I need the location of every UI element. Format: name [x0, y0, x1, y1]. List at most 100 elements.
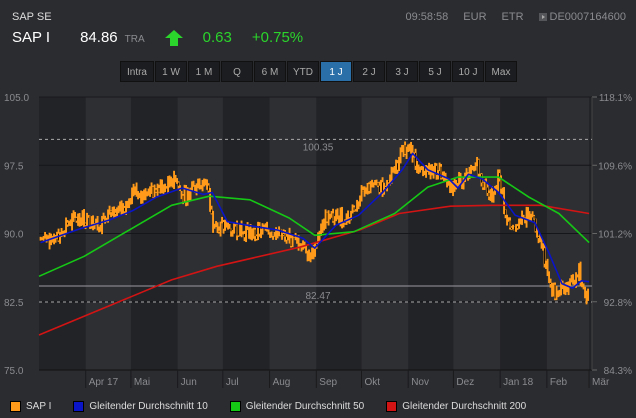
legend-swatch [10, 401, 21, 412]
legend-swatch [73, 401, 85, 412]
change-abs: 0.63 [202, 29, 232, 46]
price-bar-body [500, 178, 502, 189]
range-button-10j[interactable]: 10 J [452, 61, 484, 82]
x-tick-label: Sep [319, 377, 337, 388]
price-bar-body [85, 223, 87, 226]
range-button-q[interactable]: Q [221, 61, 253, 82]
price-bar-body [223, 222, 225, 229]
price-bar-body [517, 226, 519, 229]
price-bar-body [256, 236, 258, 239]
price-bar-body [377, 182, 379, 186]
y-tick-label: 82.5 [4, 298, 24, 309]
instrument-name: SAP SE [12, 11, 52, 23]
y-tick-label: 75.0 [4, 366, 24, 377]
price-bar-body [353, 207, 355, 211]
range-button-intra[interactable]: Intra [120, 61, 154, 82]
price-bar-body [254, 229, 256, 237]
legend-label: SAP I [26, 401, 52, 412]
range-button-1m[interactable]: 1 M [188, 61, 220, 82]
range-button-1w[interactable]: 1 W [155, 61, 187, 82]
price-bar-body [185, 189, 187, 201]
range-button-max[interactable]: Max [485, 61, 517, 82]
range-button-ytd[interactable]: YTD [287, 61, 319, 82]
price-bar-body [115, 212, 117, 214]
price-bar-body [368, 184, 370, 191]
y-tick-label-right: 118.1% [599, 93, 632, 104]
price-bar-body [244, 233, 246, 238]
legend-item[interactable]: Gleitender Durchschnitt 10 [73, 401, 208, 412]
last-price: 84.86 [80, 29, 118, 46]
price-bar-body [178, 182, 180, 186]
price-bar-body [415, 152, 417, 166]
x-tick-label: Jul [226, 377, 239, 388]
price-bar-body [236, 224, 238, 236]
price-bar-body [332, 213, 334, 222]
price-bar-body [379, 185, 381, 192]
x-tick-label: Dez [456, 377, 474, 388]
price-bar-body [283, 234, 285, 236]
y-tick-label-right: 109.6% [598, 161, 632, 172]
legend-label: Gleitender Durchschnitt 10 [89, 401, 208, 412]
y-tick-label-right: 92.8% [604, 298, 632, 309]
price-bar-body [397, 163, 399, 170]
legend-item[interactable]: Gleitender Durchschnitt 200 [386, 401, 526, 412]
price-bar [233, 222, 236, 234]
price-bar-body [488, 192, 490, 197]
x-tick-label: Jun [181, 377, 197, 388]
price-bar-body [326, 212, 328, 222]
low-line-label: 82.47 [305, 291, 330, 302]
price-bar-body [158, 187, 160, 192]
price-bar-body [374, 185, 376, 187]
price-bar [228, 224, 231, 229]
exchange: ETR [501, 11, 524, 23]
price-bar-body [155, 189, 157, 192]
legend-item[interactable]: Gleitender Durchschnitt 50 [229, 401, 365, 412]
quote-meta: 09:58:58 EUR ETR DE0007164600 [405, 11, 626, 23]
price-bar-body [538, 236, 540, 239]
price-bar-body [89, 215, 91, 227]
range-button-2j[interactable]: 2 J [353, 61, 385, 82]
range-button-3j[interactable]: 3 J [386, 61, 418, 82]
legend-label: Gleitender Durchschnitt 50 [245, 401, 365, 412]
price-bar-body [284, 234, 286, 237]
x-tick-label: Feb [550, 377, 568, 388]
price-bar [240, 220, 243, 238]
quote-time: 09:58:58 [405, 11, 449, 23]
price-bar-body [316, 243, 318, 245]
price-bar-body [511, 227, 513, 230]
isin-link[interactable]: DE0007164600 [538, 11, 626, 23]
range-button-5j[interactable]: 5 J [419, 61, 451, 82]
x-tick-label: Jan 18 [503, 377, 533, 388]
change-pct: +0.75% [251, 29, 304, 46]
price-bar-body [152, 186, 154, 197]
range-button-6m[interactable]: 6 M [254, 61, 286, 82]
price-bar-body [550, 282, 552, 284]
x-tick-label: Mai [134, 377, 150, 388]
legend: SAP I Gleitender Durchschnitt 10 Gleitende… [10, 401, 548, 412]
currency: EUR [463, 11, 487, 23]
x-tick-label: Nov [411, 377, 429, 388]
y-tick-label-right: 101.2% [598, 230, 632, 241]
range-button-1j[interactable]: 1 J [320, 61, 352, 82]
legend-item[interactable]: SAP I [10, 401, 51, 412]
price-bar [86, 212, 89, 227]
y-tick-label: 90.0 [4, 230, 24, 241]
price-bar-body [230, 228, 232, 232]
price-bar-body [290, 238, 292, 246]
y-tick-label: 105.0 [4, 93, 29, 104]
price-bar-body [478, 159, 480, 174]
price-bar [219, 221, 222, 237]
price-bar-body [554, 284, 556, 299]
arrow-up-icon [164, 29, 183, 46]
price-chart[interactable]: 105.0 118.1% 97.5 109.6% 90.0 101.2% 82.5 92.8%… [0, 90, 636, 400]
price-bar-body [533, 215, 535, 219]
play-icon [538, 13, 547, 21]
price-bar-body [218, 230, 220, 232]
price-bar-body [124, 207, 126, 212]
range-selector: Intra 1 W1 MQ6 M YTD 1 J2 J3 J5 J 10 J Max [120, 61, 517, 82]
x-tick-label: Apr 17 [89, 377, 119, 388]
y-tick-label: 97.5 [4, 161, 24, 172]
price-bar-body [41, 239, 43, 241]
legend-label: Gleitender Durchschnitt 200 [402, 401, 527, 412]
price-bar [587, 288, 590, 301]
